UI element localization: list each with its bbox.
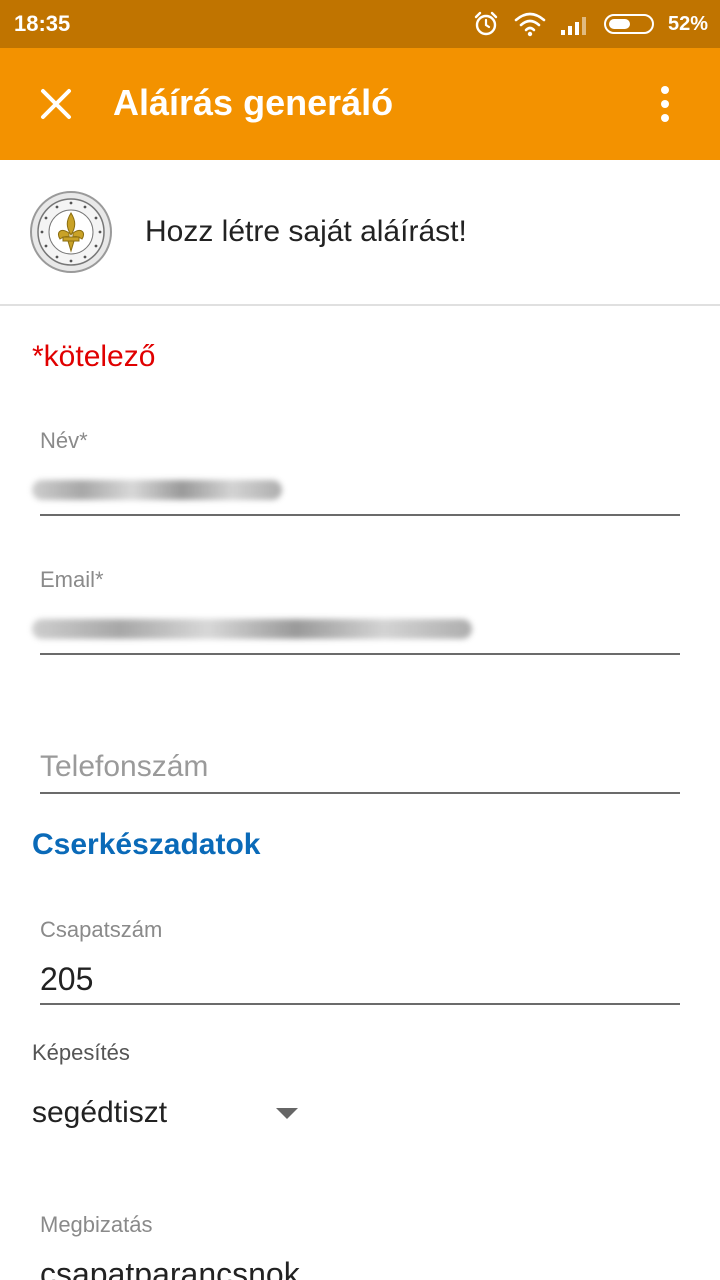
scout-logo — [30, 191, 112, 273]
team-number-value[interactable]: 205 — [40, 961, 93, 998]
team-number-field[interactable]: Csapatszám 205 — [40, 917, 680, 1007]
name-label: Név* — [40, 428, 88, 453]
assignment-field[interactable]: Megbizatás csapatparancsnok — [40, 1212, 680, 1280]
email-underline — [40, 653, 680, 655]
qualification-label: Képesítés — [32, 1040, 130, 1065]
battery-fill — [608, 19, 630, 29]
phone-placeholder: Telefonszám — [40, 750, 209, 783]
team-number-label: Csapatszám — [40, 917, 163, 942]
battery-percent: 52% — [667, 12, 708, 35]
name-underline — [40, 514, 680, 516]
email-field[interactable]: Email* — [32, 567, 680, 657]
status-time: 18:35 — [14, 11, 71, 36]
redacted-name — [32, 480, 282, 500]
app-bar-title: Aláírás generáló — [113, 82, 394, 123]
header-row: Hozz létre saját aláírást! — [0, 160, 720, 306]
name-field[interactable]: Név* — [32, 428, 680, 518]
more-vert-icon[interactable] — [648, 82, 682, 126]
dropdown-caret-icon — [276, 1108, 298, 1119]
close-icon[interactable] — [34, 82, 78, 126]
section-title-scout-data: Cserkészadatok — [32, 828, 261, 861]
assignment-value[interactable]: csapatparancsnok — [40, 1256, 300, 1280]
app-bar: Aláírás generáló — [0, 48, 720, 160]
status-bar: 18:35 52% — [0, 0, 720, 48]
phone-field[interactable]: Telefonszám — [40, 748, 680, 798]
team-number-underline — [40, 1003, 680, 1005]
alarm-icon — [474, 11, 498, 36]
wifi-icon — [514, 12, 546, 37]
qualification-value: segédtiszt — [32, 1096, 168, 1129]
signal-icon — [560, 17, 586, 35]
screen: 18:35 52% Aláírás generáló Hozz létre sa… — [0, 0, 720, 1280]
email-label: Email* — [40, 567, 104, 592]
required-note: *kötelező — [32, 340, 156, 373]
assignment-label: Megbizatás — [40, 1212, 153, 1237]
battery-icon — [603, 14, 654, 34]
header-headline: Hozz létre saját aláírást! — [145, 215, 467, 248]
status-icons: 52% — [472, 10, 708, 38]
qualification-dropdown[interactable]: segédtiszt — [32, 1096, 332, 1136]
redacted-email — [32, 619, 472, 639]
phone-underline — [40, 792, 680, 794]
